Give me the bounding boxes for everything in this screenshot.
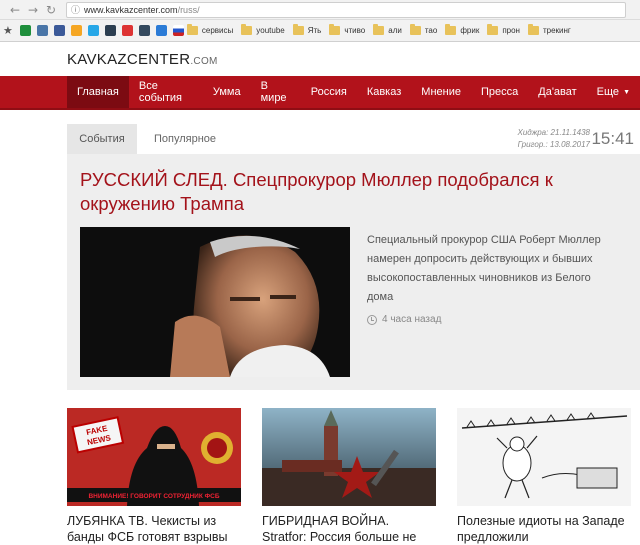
caret-down-icon: ▼ [623, 88, 630, 96]
nav-item-world[interactable]: В мире [251, 76, 301, 108]
folder-icon [373, 24, 385, 35]
hijri-date: Хиджра: 21.11.1438 [517, 128, 591, 137]
portrait-image [80, 227, 350, 377]
bookmark-green-icon[interactable] [19, 25, 31, 36]
card-title[interactable]: ГИБРИДНАЯ ВОЙНА. Stratfor: Россия больше… [262, 513, 436, 545]
bookmark-folder[interactable]: youtube [241, 24, 285, 35]
folder-icon [292, 24, 304, 35]
star-icon[interactable]: ★ [3, 24, 13, 37]
reload-icon[interactable]: ↻ [42, 3, 60, 17]
card-title[interactable]: Полезные идиоты на Западе предложили [457, 513, 631, 545]
bookmarks-bar: ★ сервисы youtube Ять чтиво али тао фрик… [0, 20, 640, 42]
news-card[interactable]: FAKE NEWS ВНИМАНИЕ! ГОВОРИТ СОТРУДНИК ФС… [67, 408, 241, 545]
news-card[interactable]: Полезные идиоты на Западе предложили [457, 408, 631, 545]
nav-item-home[interactable]: Главная [67, 76, 129, 108]
featured-photo[interactable] [80, 227, 350, 377]
bookmark-folder[interactable]: тао [409, 24, 437, 35]
forward-icon[interactable]: → [24, 3, 42, 17]
site-logo[interactable]: KAVKAZCENTER.COM [67, 51, 218, 68]
browser-toolbar: ← → ↻ ⓘ www.kavkazcenter.com/russ/ [0, 0, 640, 20]
folder-icon [409, 24, 421, 35]
clock-icon [367, 314, 377, 325]
card-thumbnail[interactable]: FAKE NEWS ВНИМАНИЕ! ГОВОРИТ СОТРУДНИК ФС… [67, 408, 241, 506]
bookmark-folder[interactable]: сервисы [186, 24, 233, 35]
bookmark-blue-icon[interactable] [53, 25, 65, 36]
folder-icon [329, 24, 341, 35]
gregorian-date: Григор.: 13.08.2017 [517, 140, 590, 149]
card-title[interactable]: ЛУБЯНКА ТВ. Чекисты из банды ФСБ готовят… [67, 513, 241, 545]
nav-item-press[interactable]: Пресса [471, 76, 528, 108]
address-bar[interactable]: ⓘ www.kavkazcenter.com/russ/ [66, 1, 626, 18]
bookmark-folder[interactable]: трекинг [527, 24, 571, 35]
date-block: Хиджра: 21.11.1438 Григор.: 13.08.2017 [518, 127, 591, 151]
bookmark-folder[interactable]: чтиво [329, 24, 365, 35]
bookmark-folder[interactable]: прон [487, 24, 520, 35]
bookmark-globe-icon[interactable] [155, 25, 167, 36]
site-header: KAVKAZCENTER.COM [0, 42, 640, 76]
back-icon[interactable]: ← [6, 3, 24, 17]
featured-headline[interactable]: РУССКИЙ СЛЕД. Спецпрокурор Мюллер подобр… [80, 168, 620, 216]
tab-popular[interactable]: Популярное [145, 124, 225, 154]
nav-item-all-events[interactable]: Все события [129, 76, 203, 108]
url-path: /russ/ [177, 4, 200, 15]
bookmark-red-icon[interactable] [121, 25, 133, 36]
folder-icon [241, 24, 253, 35]
vk-icon[interactable] [36, 25, 48, 36]
featured-lead: Специальный прокурор США Роберт Мюллер н… [367, 234, 601, 303]
nav-item-russia[interactable]: Россия [301, 76, 357, 108]
telegram-icon[interactable] [87, 25, 99, 36]
svg-text:ВНИМАНИЕ! ГОВОРИТ СОТРУДНИК ФС: ВНИМАНИЕ! ГОВОРИТ СОТРУДНИК ФСБ [88, 493, 219, 500]
news-card[interactable]: ГИБРИДНАЯ ВОЙНА. Stratfor: Россия больше… [262, 408, 436, 545]
card-thumbnail[interactable] [262, 408, 436, 506]
featured-time: 4 часа назад [367, 314, 441, 325]
featured-article: РУССКИЙ СЛЕД. Спецпрокурор Мюллер подобр… [67, 154, 640, 390]
url-host: www.kavkazcenter.com [84, 4, 178, 15]
folder-icon [527, 24, 539, 35]
folder-icon [487, 24, 499, 35]
nav-item-opinion[interactable]: Мнение [411, 76, 471, 108]
bookmark-dark-icon[interactable] [104, 25, 116, 36]
main-content: События Популярное Хиджра: 21.11.1438 Гр… [67, 124, 640, 390]
clock-time: 15:41 [591, 129, 634, 148]
nav-item-caucasus[interactable]: Кавказ [357, 76, 411, 108]
folder-icon [186, 24, 198, 35]
page-info-icon[interactable]: ⓘ [71, 3, 80, 16]
folder-icon [445, 24, 457, 35]
nav-item-umma[interactable]: Умма [203, 76, 251, 108]
bookmark-slate-icon[interactable] [138, 25, 150, 36]
bookmark-folder[interactable]: али [373, 24, 402, 35]
bookmark-orange-icon[interactable] [70, 25, 82, 36]
card-thumbnail[interactable] [457, 408, 631, 506]
bookmark-folder[interactable]: Ять [292, 24, 321, 35]
nav-item-more[interactable]: Еще ▼ [587, 76, 640, 108]
tabs-row: События Популярное Хиджра: 21.11.1438 Гр… [67, 124, 640, 154]
bookmark-folder[interactable]: фрик [445, 24, 479, 35]
tab-events[interactable]: События [67, 124, 137, 154]
nav-item-daawat[interactable]: Да'ават [528, 76, 586, 108]
russia-flag-icon[interactable] [172, 25, 184, 36]
main-nav: Главная Все события Умма В мире Россия К… [0, 76, 640, 110]
